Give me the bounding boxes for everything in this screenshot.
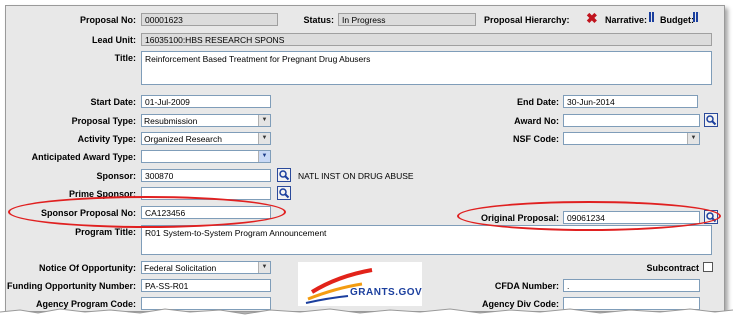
cfda-number-label: CFDA Number: — [494, 281, 559, 291]
chevron-down-icon[interactable]: ▼ — [258, 151, 270, 162]
status-label: Status: — [303, 15, 334, 25]
sponsor-label: Sponsor: — [96, 171, 137, 181]
title-field[interactable]: Reinforcement Based Treatment for Pregna… — [141, 51, 712, 85]
activity-type-select[interactable]: Organized Research ▼ — [141, 132, 271, 145]
sponsor-proposal-highlight-oval — [8, 196, 286, 228]
sponsor-field[interactable]: 300870 — [141, 169, 271, 182]
start-date-label: Start Date: — [90, 97, 136, 107]
proposal-form: Proposal No: 00001623 Status: In Progres… — [5, 5, 725, 312]
notice-of-opportunity-value: Federal Solicitation — [144, 263, 217, 273]
budget-status-icon — [692, 12, 698, 24]
award-no-field[interactable] — [563, 114, 700, 127]
proposal-type-select[interactable]: Resubmission ▼ — [141, 114, 271, 127]
nsf-code-select[interactable]: ▼ — [563, 132, 700, 145]
narrative-status-icon — [648, 12, 654, 24]
proposal-no-label: Proposal No: — [79, 15, 136, 25]
start-date-field[interactable]: 01-Jul-2009 — [141, 95, 271, 108]
funding-opportunity-field[interactable]: PA-SS-R01 — [141, 279, 271, 292]
notice-of-opportunity-label: Notice Of Opportunity: — [39, 263, 136, 273]
chevron-down-icon[interactable]: ▼ — [258, 133, 270, 144]
chevron-down-icon[interactable]: ▼ — [687, 133, 699, 144]
end-date-field[interactable]: 30-Jun-2014 — [563, 95, 698, 108]
end-date-label: End Date: — [516, 97, 559, 107]
grants-gov-text: GRANTS.GOV — [350, 287, 423, 298]
nsf-code-label: NSF Code: — [513, 134, 559, 144]
subcontract-label: Subcontract — [646, 263, 699, 273]
activity-type-value: Organized Research — [144, 134, 222, 144]
budget-label: Budget: — [660, 15, 694, 25]
proposal-no-field: 00001623 — [141, 13, 278, 26]
proposal-hierarchy-label: Proposal Hierarchy: — [484, 15, 570, 25]
cfda-number-field[interactable]: . — [563, 279, 700, 292]
search-icon — [279, 188, 290, 199]
grants-gov-swoosh-icon — [305, 268, 373, 304]
hierarchy-x-icon: ✖ — [586, 10, 598, 26]
proposal-type-value: Resubmission — [144, 116, 198, 126]
original-proposal-highlight-oval — [457, 201, 721, 231]
anticipated-award-type-label: Anticipated Award Type: — [31, 152, 136, 162]
grants-gov-logo: GRANTS.GOV — [298, 262, 422, 306]
notice-of-opportunity-select[interactable]: Federal Solicitation ▼ — [141, 261, 271, 274]
search-icon — [279, 170, 290, 181]
award-no-label: Award No: — [514, 116, 559, 126]
lead-unit-label: Lead Unit: — [92, 35, 136, 45]
chevron-down-icon[interactable]: ▼ — [258, 262, 270, 273]
chevron-down-icon[interactable]: ▼ — [258, 115, 270, 126]
activity-type-label: Activity Type: — [77, 134, 136, 144]
subcontract-checkbox[interactable] — [703, 262, 713, 272]
title-label: Title: — [114, 53, 136, 63]
award-no-lookup-button[interactable] — [704, 113, 718, 127]
program-title-label: Program Title: — [75, 227, 136, 237]
sponsor-lookup-button[interactable] — [277, 168, 291, 182]
search-icon — [706, 115, 717, 126]
prime-sponsor-lookup-button[interactable] — [277, 186, 291, 200]
funding-opportunity-label: Funding Opportunity Number: — [7, 281, 136, 291]
lead-unit-field: 16035100:HBS RESEARCH SPONS — [141, 33, 712, 46]
narrative-label: Narrative: — [605, 15, 648, 25]
torn-edge — [0, 308, 733, 322]
proposal-type-label: Proposal Type: — [71, 116, 136, 126]
sponsor-name: NATL INST ON DRUG ABUSE — [298, 171, 414, 181]
anticipated-award-type-select[interactable]: ▼ — [141, 150, 271, 163]
status-field: In Progress — [338, 13, 476, 26]
